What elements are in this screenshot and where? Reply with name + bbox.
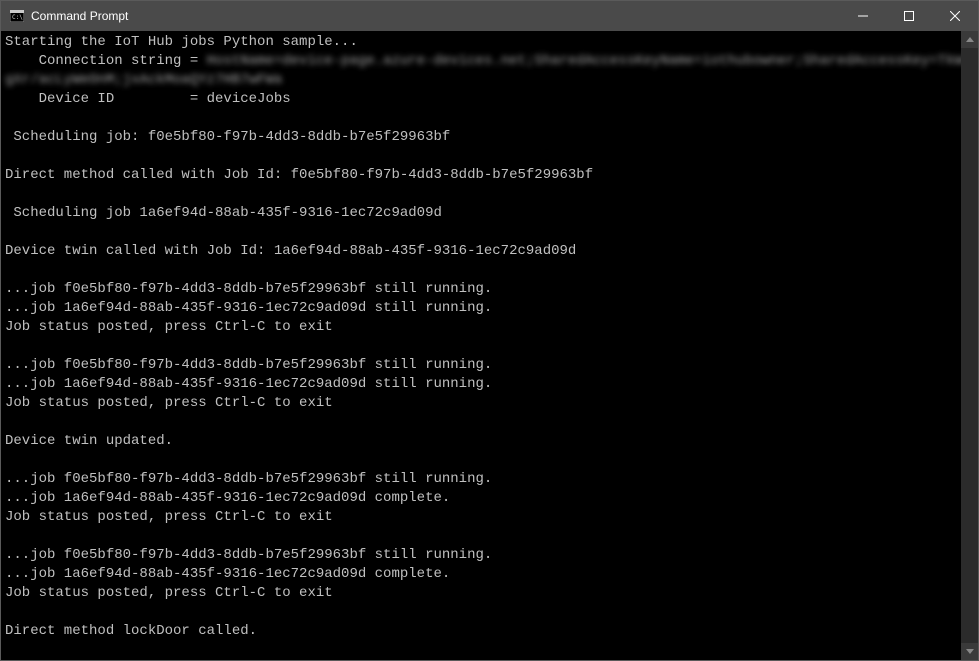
cmd-icon: C:\ bbox=[9, 8, 25, 24]
minimize-button[interactable] bbox=[840, 1, 886, 31]
console-line bbox=[5, 603, 957, 622]
console-line: Job status posted, press Ctrl-C to exit bbox=[5, 508, 957, 527]
window-title: Command Prompt bbox=[31, 9, 840, 23]
console-line: ...job f0e5bf80-f97b-4dd3-8ddb-b7e5f2996… bbox=[5, 470, 957, 489]
console-line bbox=[5, 641, 957, 660]
console-line: Direct method called with Job Id: f0e5bf… bbox=[5, 166, 957, 185]
console-line: ...job f0e5bf80-f97b-4dd3-8ddb-b7e5f2996… bbox=[5, 356, 957, 375]
console-line bbox=[5, 527, 957, 546]
console-line bbox=[5, 109, 957, 128]
console-line bbox=[5, 451, 957, 470]
console-output[interactable]: Starting the IoT Hub jobs Python sample.… bbox=[1, 31, 961, 660]
console-line: Device twin updated. bbox=[5, 432, 957, 451]
titlebar: C:\ Command Prompt bbox=[1, 1, 978, 31]
console-line: Job status posted, press Ctrl-C to exit bbox=[5, 318, 957, 337]
console-line: Scheduling job: f0e5bf80-f97b-4dd3-8ddb-… bbox=[5, 128, 957, 147]
console-line: Connection string = HostName=device-page… bbox=[5, 52, 957, 71]
console-line: ...job 1a6ef94d-88ab-435f-9316-1ec72c9ad… bbox=[5, 565, 957, 584]
console-line bbox=[5, 147, 957, 166]
console-area: Starting the IoT Hub jobs Python sample.… bbox=[1, 31, 978, 660]
console-line: ...job 1a6ef94d-88ab-435f-9316-1ec72c9ad… bbox=[5, 375, 957, 394]
console-line: Direct method lockDoor called. bbox=[5, 622, 957, 641]
redacted-text: gXr/acLyWeOnM;jxAckMoaQYz7HB7wFWa bbox=[5, 72, 282, 88]
close-button[interactable] bbox=[932, 1, 978, 31]
console-line bbox=[5, 413, 957, 432]
console-line bbox=[5, 223, 957, 242]
console-line: ...job f0e5bf80-f97b-4dd3-8ddb-b7e5f2996… bbox=[5, 280, 957, 299]
console-line: gXr/acLyWeOnM;jxAckMoaQYz7HB7wFWa bbox=[5, 71, 957, 90]
redacted-text: HostName=device-page.azure-devices.net;S… bbox=[207, 53, 961, 69]
console-line: ...job 1a6ef94d-88ab-435f-9316-1ec72c9ad… bbox=[5, 489, 957, 508]
console-line: Scheduling job 1a6ef94d-88ab-435f-9316-1… bbox=[5, 204, 957, 223]
scroll-up-arrow[interactable] bbox=[961, 31, 978, 48]
console-line: Starting the IoT Hub jobs Python sample.… bbox=[5, 33, 957, 52]
console-line: Job status posted, press Ctrl-C to exit bbox=[5, 584, 957, 603]
scroll-down-arrow[interactable] bbox=[961, 643, 978, 660]
console-line: Device ID = deviceJobs bbox=[5, 90, 957, 109]
window-controls bbox=[840, 1, 978, 31]
svg-text:C:\: C:\ bbox=[12, 14, 23, 21]
console-line: Device twin called with Job Id: 1a6ef94d… bbox=[5, 242, 957, 261]
console-line bbox=[5, 337, 957, 356]
console-line: Job status posted, press Ctrl-C to exit bbox=[5, 394, 957, 413]
maximize-button[interactable] bbox=[886, 1, 932, 31]
console-line: ...job f0e5bf80-f97b-4dd3-8ddb-b7e5f2996… bbox=[5, 546, 957, 565]
console-line bbox=[5, 261, 957, 280]
console-line: ...job 1a6ef94d-88ab-435f-9316-1ec72c9ad… bbox=[5, 299, 957, 318]
vertical-scrollbar[interactable] bbox=[961, 31, 978, 660]
console-line bbox=[5, 185, 957, 204]
